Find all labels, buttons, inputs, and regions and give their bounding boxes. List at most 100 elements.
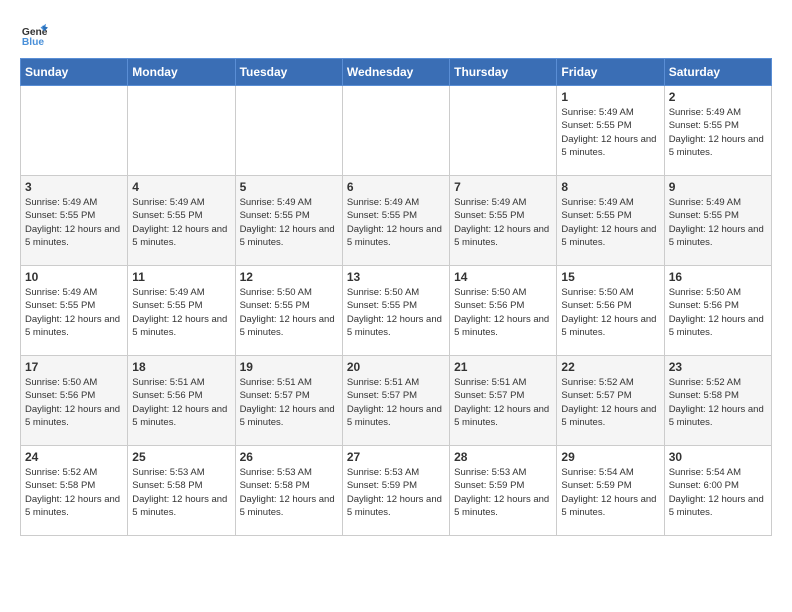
logo-icon: General Blue	[20, 20, 48, 48]
calendar-cell: 27 Sunrise: 5:53 AM Sunset: 5:59 PM Dayli…	[342, 446, 449, 536]
day-info: Sunrise: 5:49 AM Sunset: 5:55 PM Dayligh…	[669, 196, 767, 249]
day-number: 19	[240, 360, 338, 374]
day-info: Sunrise: 5:53 AM Sunset: 5:59 PM Dayligh…	[347, 466, 445, 519]
day-info: Sunrise: 5:51 AM Sunset: 5:56 PM Dayligh…	[132, 376, 230, 429]
calendar-week-row: 1 Sunrise: 5:49 AM Sunset: 5:55 PM Daylig…	[21, 86, 772, 176]
day-info: Sunrise: 5:50 AM Sunset: 5:56 PM Dayligh…	[561, 286, 659, 339]
calendar-cell: 23 Sunrise: 5:52 AM Sunset: 5:58 PM Dayli…	[664, 356, 771, 446]
day-info: Sunrise: 5:49 AM Sunset: 5:55 PM Dayligh…	[132, 286, 230, 339]
day-number: 7	[454, 180, 552, 194]
weekday-header-monday: Monday	[128, 59, 235, 86]
calendar-cell: 28 Sunrise: 5:53 AM Sunset: 5:59 PM Dayli…	[450, 446, 557, 536]
svg-text:Blue: Blue	[22, 37, 45, 48]
day-info: Sunrise: 5:49 AM Sunset: 5:55 PM Dayligh…	[240, 196, 338, 249]
day-number: 22	[561, 360, 659, 374]
day-number: 17	[25, 360, 123, 374]
calendar-cell: 8 Sunrise: 5:49 AM Sunset: 5:55 PM Daylig…	[557, 176, 664, 266]
calendar-week-row: 24Sunrise: 5:52 AM Sunset: 5:58 PM Dayli…	[21, 446, 772, 536]
weekday-header-friday: Friday	[557, 59, 664, 86]
calendar-week-row: 10 Sunrise: 5:49 AM Sunset: 5:55 PM Dayli…	[21, 266, 772, 356]
day-info: Sunrise: 5:54 AM Sunset: 6:00 PM Dayligh…	[669, 466, 767, 519]
calendar-cell: 17 Sunrise: 5:50 AM Sunset: 5:56 PM Dayli…	[21, 356, 128, 446]
calendar-cell	[235, 86, 342, 176]
calendar-cell: 22 Sunrise: 5:52 AM Sunset: 5:57 PM Dayli…	[557, 356, 664, 446]
day-info: Sunrise: 5:49 AM Sunset: 5:55 PM Dayligh…	[25, 196, 123, 249]
day-info: Sunrise: 5:50 AM Sunset: 5:55 PM Dayligh…	[347, 286, 445, 339]
day-number: 15	[561, 270, 659, 284]
day-number: 11	[132, 270, 230, 284]
calendar-cell: 21 Sunrise: 5:51 AM Sunset: 5:57 PM Dayli…	[450, 356, 557, 446]
day-info: Sunrise: 5:51 AM Sunset: 5:57 PM Dayligh…	[454, 376, 552, 429]
calendar-cell: 7 Sunrise: 5:49 AM Sunset: 5:55 PM Daylig…	[450, 176, 557, 266]
calendar-cell	[450, 86, 557, 176]
calendar-cell: 1Sunrise: 5:49 AM Sunset: 5:55 PM Daylig…	[557, 86, 664, 176]
calendar-table: SundayMondayTuesdayWednesdayThursdayFrid…	[20, 58, 772, 536]
day-info: Sunrise: 5:49 AM Sunset: 5:55 PM Dayligh…	[669, 106, 767, 159]
calendar-week-row: 17 Sunrise: 5:50 AM Sunset: 5:56 PM Dayli…	[21, 356, 772, 446]
calendar-cell: 14 Sunrise: 5:50 AM Sunset: 5:56 PM Dayli…	[450, 266, 557, 356]
calendar-cell: 13 Sunrise: 5:50 AM Sunset: 5:55 PM Dayli…	[342, 266, 449, 356]
day-info: Sunrise: 5:51 AM Sunset: 5:57 PM Dayligh…	[240, 376, 338, 429]
calendar-cell: 11 Sunrise: 5:49 AM Sunset: 5:55 PM Dayli…	[128, 266, 235, 356]
day-info: Sunrise: 5:52 AM Sunset: 5:58 PM Dayligh…	[669, 376, 767, 429]
calendar-cell	[342, 86, 449, 176]
day-number: 5	[240, 180, 338, 194]
calendar-cell: 2 Sunrise: 5:49 AM Sunset: 5:55 PM Daylig…	[664, 86, 771, 176]
weekday-header-tuesday: Tuesday	[235, 59, 342, 86]
day-number: 16	[669, 270, 767, 284]
weekday-header-row: SundayMondayTuesdayWednesdayThursdayFrid…	[21, 59, 772, 86]
weekday-header-saturday: Saturday	[664, 59, 771, 86]
day-number: 21	[454, 360, 552, 374]
day-number: 20	[347, 360, 445, 374]
day-number: 18	[132, 360, 230, 374]
day-number: 23	[669, 360, 767, 374]
calendar-cell: 5 Sunrise: 5:49 AM Sunset: 5:55 PM Daylig…	[235, 176, 342, 266]
day-number: 1	[561, 90, 659, 104]
calendar-cell: 30 Sunrise: 5:54 AM Sunset: 6:00 PM Dayli…	[664, 446, 771, 536]
calendar-cell: 15 Sunrise: 5:50 AM Sunset: 5:56 PM Dayli…	[557, 266, 664, 356]
day-number: 30	[669, 450, 767, 464]
calendar-cell: 12 Sunrise: 5:50 AM Sunset: 5:55 PM Dayli…	[235, 266, 342, 356]
day-number: 27	[347, 450, 445, 464]
day-number: 24	[25, 450, 123, 464]
calendar-cell: 19 Sunrise: 5:51 AM Sunset: 5:57 PM Dayli…	[235, 356, 342, 446]
day-info: Sunrise: 5:51 AM Sunset: 5:57 PM Dayligh…	[347, 376, 445, 429]
day-number: 8	[561, 180, 659, 194]
day-info: Sunrise: 5:50 AM Sunset: 5:56 PM Dayligh…	[25, 376, 123, 429]
day-number: 10	[25, 270, 123, 284]
day-info: Sunrise: 5:49 AM Sunset: 5:55 PM Dayligh…	[454, 196, 552, 249]
day-info: Sunrise: 5:53 AM Sunset: 5:58 PM Dayligh…	[132, 466, 230, 519]
calendar-cell: 20 Sunrise: 5:51 AM Sunset: 5:57 PM Dayli…	[342, 356, 449, 446]
calendar-cell: 25Sunrise: 5:53 AM Sunset: 5:58 PM Dayli…	[128, 446, 235, 536]
day-info: Sunrise: 5:49 AM Sunset: 5:55 PM Dayligh…	[561, 196, 659, 249]
calendar-week-row: 3 Sunrise: 5:49 AM Sunset: 5:55 PM Daylig…	[21, 176, 772, 266]
day-info: Sunrise: 5:49 AM Sunset: 5:55 PM Dayligh…	[132, 196, 230, 249]
calendar-header: SundayMondayTuesdayWednesdayThursdayFrid…	[21, 59, 772, 86]
day-info: Sunrise: 5:53 AM Sunset: 5:58 PM Dayligh…	[240, 466, 338, 519]
calendar-cell	[128, 86, 235, 176]
calendar-cell: 3 Sunrise: 5:49 AM Sunset: 5:55 PM Daylig…	[21, 176, 128, 266]
calendar-cell: 29 Sunrise: 5:54 AM Sunset: 5:59 PM Dayli…	[557, 446, 664, 536]
day-info: Sunrise: 5:53 AM Sunset: 5:59 PM Dayligh…	[454, 466, 552, 519]
day-number: 29	[561, 450, 659, 464]
day-number: 14	[454, 270, 552, 284]
weekday-header-wednesday: Wednesday	[342, 59, 449, 86]
day-info: Sunrise: 5:52 AM Sunset: 5:57 PM Dayligh…	[561, 376, 659, 429]
logo: General Blue	[20, 20, 54, 48]
day-info: Sunrise: 5:50 AM Sunset: 5:55 PM Dayligh…	[240, 286, 338, 339]
calendar-cell: 6Sunrise: 5:49 AM Sunset: 5:55 PM Daylig…	[342, 176, 449, 266]
calendar-cell: 26Sunrise: 5:53 AM Sunset: 5:58 PM Dayli…	[235, 446, 342, 536]
calendar-cell: 4 Sunrise: 5:49 AM Sunset: 5:55 PM Daylig…	[128, 176, 235, 266]
header: General Blue	[20, 20, 772, 48]
day-info: Sunrise: 5:54 AM Sunset: 5:59 PM Dayligh…	[561, 466, 659, 519]
day-number: 2	[669, 90, 767, 104]
day-info: Sunrise: 5:49 AM Sunset: 5:55 PM Dayligh…	[25, 286, 123, 339]
day-number: 9	[669, 180, 767, 194]
day-number: 12	[240, 270, 338, 284]
calendar-cell	[21, 86, 128, 176]
day-number: 4	[132, 180, 230, 194]
day-number: 3	[25, 180, 123, 194]
day-number: 28	[454, 450, 552, 464]
day-number: 13	[347, 270, 445, 284]
day-info: Sunrise: 5:50 AM Sunset: 5:56 PM Dayligh…	[454, 286, 552, 339]
